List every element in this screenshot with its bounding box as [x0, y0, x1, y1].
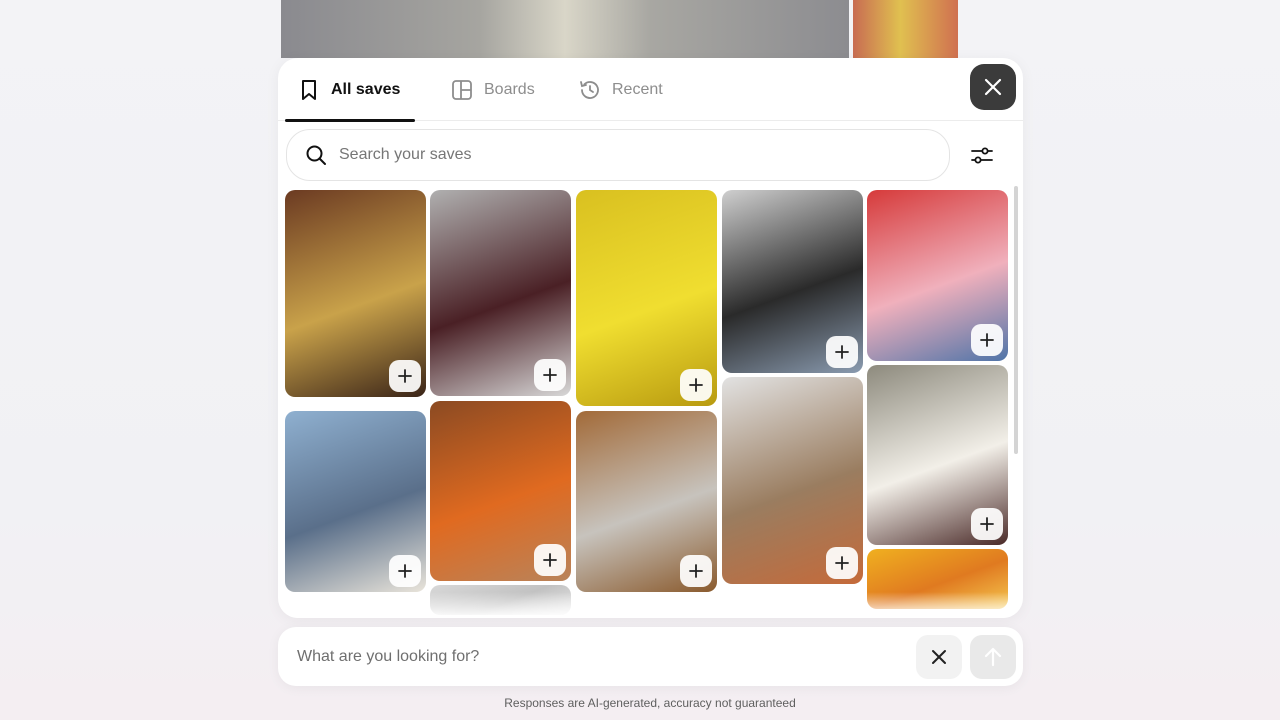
- add-to-board-button[interactable]: [680, 555, 712, 587]
- bottom-fade: [278, 592, 1023, 618]
- background-photo: [281, 0, 849, 58]
- search-bar: [286, 129, 950, 181]
- clear-button[interactable]: [916, 635, 962, 679]
- plus-icon: [689, 564, 703, 578]
- plus-icon: [835, 345, 849, 359]
- plus-icon: [543, 368, 557, 382]
- plus-icon: [543, 553, 557, 567]
- saves-panel: All saves Boards Recent: [278, 58, 1023, 618]
- search-icon: [306, 145, 326, 165]
- arrow-up-icon: [984, 647, 1002, 667]
- saved-pin-yellow-suede-boots[interactable]: [285, 190, 426, 397]
- background-photo: [853, 0, 958, 58]
- close-icon: [984, 78, 1002, 96]
- send-button[interactable]: [970, 635, 1016, 679]
- add-to-board-button[interactable]: [389, 360, 421, 392]
- plus-icon: [398, 369, 412, 383]
- saved-pin-denim-outfit[interactable]: [285, 411, 426, 592]
- plus-icon: [980, 333, 994, 347]
- tab-label: Boards: [484, 80, 535, 98]
- add-to-board-button[interactable]: [971, 508, 1003, 540]
- saved-pin-woman-dark-suit[interactable]: [430, 190, 571, 396]
- plus-icon: [689, 378, 703, 392]
- filter-button[interactable]: [966, 142, 998, 170]
- ask-input[interactable]: [297, 647, 897, 666]
- saves-grid: [278, 188, 1018, 618]
- boards-icon: [452, 79, 472, 100]
- saved-pin-grey-coat-wood-wall[interactable]: [576, 411, 717, 592]
- add-to-board-button[interactable]: [826, 547, 858, 579]
- close-icon: [932, 650, 946, 664]
- saved-pin-cherry-cake[interactable]: [867, 190, 1008, 361]
- ask-bar: [278, 627, 1023, 686]
- add-to-board-button[interactable]: [826, 336, 858, 368]
- add-to-board-button[interactable]: [534, 544, 566, 576]
- saved-pin-mesh-flats[interactable]: [867, 365, 1008, 545]
- plus-icon: [980, 517, 994, 531]
- tab-recent[interactable]: Recent: [566, 58, 675, 121]
- tab-label: Recent: [612, 80, 663, 98]
- add-to-board-button[interactable]: [534, 359, 566, 391]
- saved-pin-orange-camera-bag[interactable]: [430, 401, 571, 581]
- add-to-board-button[interactable]: [389, 555, 421, 587]
- tab-all-saves[interactable]: All saves: [285, 58, 415, 122]
- tab-label: All saves: [331, 80, 401, 98]
- plus-icon: [398, 564, 412, 578]
- history-icon: [580, 80, 599, 99]
- add-to-board-button[interactable]: [680, 369, 712, 401]
- tab-boards[interactable]: Boards: [438, 58, 547, 121]
- close-button[interactable]: [970, 64, 1016, 110]
- saved-pin-person-black-jacket[interactable]: [722, 190, 863, 373]
- add-to-board-button[interactable]: [971, 324, 1003, 356]
- saved-pin-yellow-chairs[interactable]: [576, 190, 717, 406]
- ai-disclaimer: Responses are AI-generated, accuracy not…: [504, 696, 796, 710]
- tab-bar: All saves Boards Recent: [278, 58, 1023, 122]
- bookmark-icon: [302, 79, 316, 100]
- plus-icon: [835, 556, 849, 570]
- filter-sliders-icon: [971, 147, 993, 164]
- scrollbar[interactable]: [1014, 186, 1018, 454]
- search-input[interactable]: [339, 146, 899, 164]
- saved-pin-chrome-chair-pose[interactable]: [722, 377, 863, 584]
